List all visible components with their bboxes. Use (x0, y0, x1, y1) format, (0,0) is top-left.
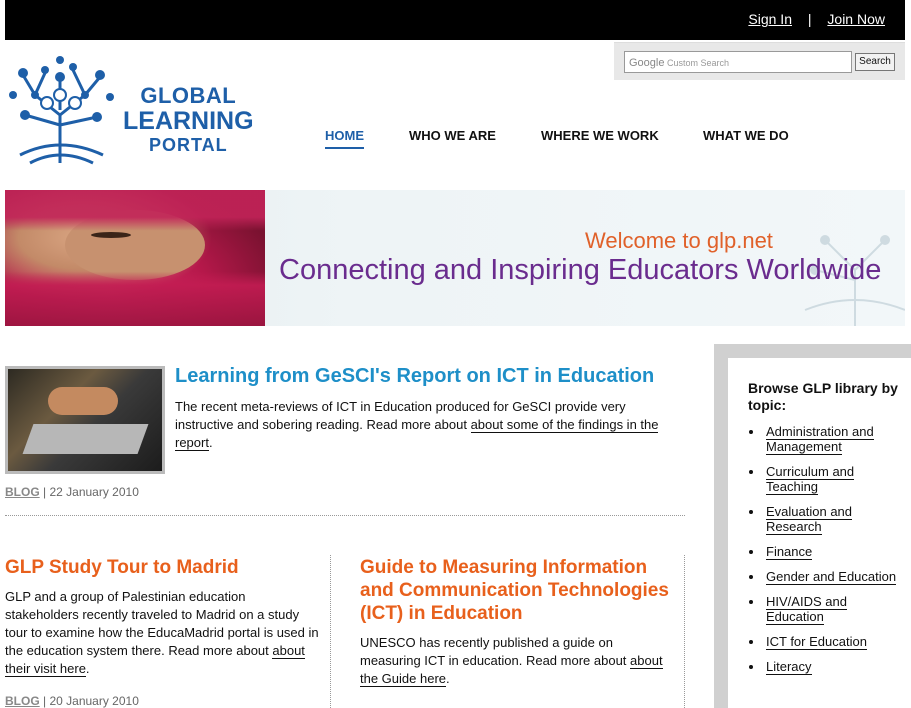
topic-item[interactable]: Administration and Management (764, 424, 904, 455)
thumbnail-hand (48, 387, 118, 415)
google-label: Google (629, 57, 665, 69)
logo-wordmark: GLOBAL LEARNING PORTAL (123, 83, 254, 155)
topic-link[interactable]: Administration and Management (766, 424, 874, 455)
topic-list: Administration and Management Curriculum… (764, 424, 904, 684)
logo-line-global: GLOBAL (140, 83, 237, 108)
logo-line-learning: LEARNING (123, 107, 254, 135)
search-area: Google Custom Search Search (614, 42, 905, 80)
divider (5, 515, 685, 516)
search-placeholder: Custom Search (667, 58, 730, 68)
topic-link[interactable]: Gender and Education (766, 569, 897, 585)
topic-item[interactable]: Curriculum and Teaching (764, 464, 904, 495)
banner-scarf (5, 190, 265, 326)
nav-home[interactable]: HOME (325, 128, 364, 149)
topic-link[interactable]: HIV/AIDS and Education (766, 594, 847, 625)
sidebar-heading: Browse GLP library by topic: (748, 380, 898, 413)
post-date: 22 January 2010 (49, 485, 139, 499)
sidebar-panel: Browse GLP library by topic: Administrat… (728, 358, 911, 708)
topic-item[interactable]: Finance (764, 544, 904, 560)
post-excerpt: GLP and a group of Palestinian education… (5, 588, 320, 678)
post-thumbnail[interactable] (5, 366, 165, 474)
post-excerpt: The recent meta-reviews of ICT in Educat… (175, 398, 670, 452)
topic-link[interactable]: Curriculum and Teaching (766, 464, 855, 495)
topic-item[interactable]: Evaluation and Research (764, 504, 904, 535)
post-tag-link[interactable]: BLOG (5, 485, 40, 499)
post-text: UNESCO has recently published a guide on… (360, 635, 631, 668)
banner-photo (5, 190, 265, 326)
account-links: Sign In | Join Now (748, 11, 885, 27)
search-input[interactable]: Google Custom Search (624, 51, 852, 73)
site-logo[interactable]: GLOBAL LEARNING PORTAL (5, 55, 275, 165)
post-title[interactable]: GLP Study Tour to Madrid (5, 556, 315, 579)
post-tag-link[interactable]: BLOG (5, 694, 40, 708)
nav-where-we-work[interactable]: WHERE WE WORK (541, 128, 659, 143)
banner-welcome: Welcome to glp.net (585, 228, 773, 253)
hero-banner: Welcome to glp.net Connecting and Inspir… (5, 190, 905, 326)
column-divider (330, 555, 331, 708)
sign-in-link[interactable]: Sign In (748, 11, 792, 27)
post-title[interactable]: Learning from GeSCI's Report on ICT in E… (175, 365, 654, 388)
column-divider (684, 555, 685, 708)
search-button[interactable]: Search (855, 53, 895, 71)
sidebar: Browse GLP library by topic: Administrat… (714, 344, 911, 708)
topic-link[interactable]: Literacy (766, 659, 812, 675)
logo-line-portal: PORTAL (148, 135, 228, 155)
nav-who-we-are[interactable]: WHO WE ARE (409, 128, 496, 143)
top-bar: Sign In | Join Now (5, 0, 905, 40)
link-separator: | (807, 11, 812, 27)
post-text-end: . (208, 435, 213, 450)
post-meta: BLOG | 22 January 2010 (5, 485, 139, 499)
join-now-link[interactable]: Join Now (827, 11, 885, 27)
tree-globe-icon (9, 56, 114, 165)
topic-item[interactable]: HIV/AIDS and Education (764, 594, 904, 625)
post-date: 20 January 2010 (49, 694, 139, 708)
topic-link[interactable]: ICT for Education (766, 634, 867, 650)
topic-link[interactable]: Finance (766, 544, 813, 560)
topic-item[interactable]: Literacy (764, 659, 904, 675)
thumbnail-keyboard (22, 424, 149, 454)
post-excerpt: UNESCO has recently published a guide on… (360, 634, 670, 688)
topic-link[interactable]: Evaluation and Research (766, 504, 853, 535)
post-title[interactable]: Guide to Measuring Information and Commu… (360, 556, 675, 625)
post-text-end: . (446, 671, 450, 686)
banner-tagline: Connecting and Inspiring Educators World… (279, 254, 882, 286)
nav-what-we-do[interactable]: WHAT WE DO (703, 128, 789, 143)
post-meta: BLOG | 20 January 2010 (5, 694, 139, 708)
topic-item[interactable]: ICT for Education (764, 634, 904, 650)
topic-item[interactable]: Gender and Education (764, 569, 904, 585)
post-text-end: . (85, 661, 90, 676)
